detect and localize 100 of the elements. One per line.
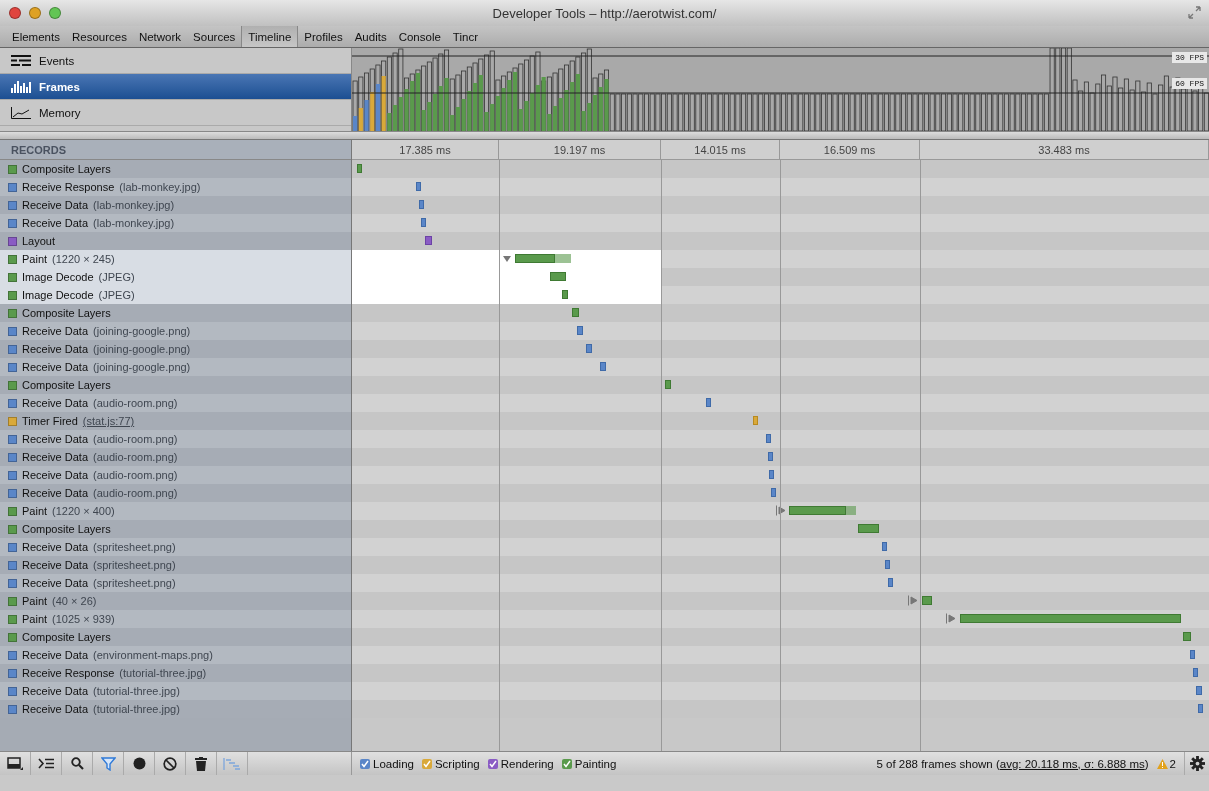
tab[interactable]: Console (392, 26, 447, 47)
record-name: Receive Response (22, 181, 115, 193)
fullscreen-icon[interactable] (1188, 6, 1201, 19)
minimize-button[interactable] (29, 7, 41, 19)
record-name: Image Decode (22, 271, 94, 283)
sidebar-item[interactable]: Memory (0, 100, 351, 126)
record-name: Receive Data (22, 649, 89, 661)
record-row[interactable]: Receive Data (lab-monkey.jpg) (0, 214, 351, 232)
collapsed-triangle-icon[interactable] (908, 595, 918, 606)
frame-duration-header: 14.015 ms (661, 140, 780, 159)
category-square-icon (8, 668, 17, 678)
category-square-icon (8, 506, 17, 516)
category-square-icon (8, 632, 17, 642)
record-detail: (joining-google.png) (93, 325, 191, 337)
warning-count: 2 (1169, 757, 1176, 770)
record-row[interactable]: Receive Data (environment-maps.png) (0, 646, 351, 664)
bar-graph-icon (11, 80, 31, 93)
record-row[interactable]: Paint (1025 × 939) (0, 610, 351, 628)
record-name: Receive Data (22, 469, 89, 481)
fps-label: 30 FPS (1172, 52, 1207, 63)
category-checkbox[interactable] (487, 758, 498, 769)
category-square-icon (8, 596, 17, 606)
collapsed-triangle-icon[interactable] (776, 505, 786, 516)
record-name: Receive Data (22, 685, 89, 697)
record-detail: (lab-monkey.jpg) (119, 181, 201, 193)
frame-duration-header: 33.483 ms (920, 140, 1209, 159)
warning-icon[interactable] (1156, 758, 1168, 769)
category-square-icon (8, 398, 17, 408)
source-link[interactable]: (stat.js:77) (82, 415, 135, 427)
record-name: Receive Data (22, 703, 89, 715)
resize-handle[interactable] (0, 131, 1209, 140)
category-square-icon (8, 236, 17, 246)
average-link[interactable]: avg: 20.118 ms, σ: 6.888 ms (999, 757, 1145, 770)
category-square-icon (8, 218, 17, 228)
tab[interactable]: Audits (348, 26, 393, 47)
category-square-icon (8, 272, 17, 282)
record-name: Receive Data (22, 325, 89, 337)
record-name: Receive Data (22, 559, 89, 571)
category-square-icon (8, 200, 17, 210)
frames-status-text: 5 of 288 frames shown (avg: 20.118 ms, σ: 6.888 ms) (876, 757, 1149, 770)
record-bar (562, 290, 568, 299)
record-bar (1193, 668, 1198, 677)
category-checkbox[interactable] (421, 758, 432, 769)
frame-duration-header: 17.385 ms (352, 140, 499, 159)
category-checkbox[interactable] (360, 758, 370, 769)
record-name: Paint (22, 595, 48, 607)
category-square-icon (8, 614, 17, 624)
record-row[interactable]: Receive Data (joining-google.png) (0, 322, 351, 340)
record-detail: (environment-maps.png) (93, 649, 213, 661)
record-detail: (audio-room.png) (93, 487, 178, 499)
record-bar (586, 344, 592, 353)
record-row[interactable]: Receive Response (lab-monkey.jpg) (0, 178, 351, 196)
record-row[interactable]: Paint (1220 × 400) (0, 502, 351, 520)
category-checkbox[interactable] (561, 758, 572, 769)
tab[interactable]: Network (132, 26, 188, 47)
record-detail: (1220 × 400) (52, 505, 115, 517)
record-detail: (JPEG) (98, 271, 135, 283)
zoom-button[interactable] (49, 7, 61, 19)
record-row[interactable]: Receive Data (audio-room.png) (0, 430, 351, 448)
record-name: Receive Data (22, 433, 89, 445)
record-bar (1183, 632, 1191, 641)
fps-label: 60 FPS (1172, 78, 1207, 89)
record-name: Composite Layers (22, 631, 111, 643)
line-graph-icon (11, 106, 31, 119)
record-bar (771, 488, 776, 497)
record-row[interactable]: Receive Data (tutorial-three.jpg) (0, 682, 351, 700)
frame-duration-header: 16.509 ms (780, 140, 920, 159)
record-bar (1190, 650, 1195, 659)
tab[interactable]: Sources (187, 26, 242, 47)
record-bar (885, 560, 890, 569)
sidebar-item[interactable]: Frames (0, 74, 351, 100)
record-row[interactable]: Receive Data (audio-room.png) (0, 394, 351, 412)
record-name: Composite Layers (22, 307, 111, 319)
record-bar (858, 524, 879, 533)
record-name: Layout (22, 235, 56, 247)
record-row[interactable]: Paint (1220 × 245) (0, 250, 351, 268)
collapsed-triangle-icon[interactable] (946, 613, 956, 624)
close-button[interactable] (9, 7, 21, 19)
tab[interactable]: Profiles (298, 26, 349, 47)
tab[interactable]: Resources (65, 26, 133, 47)
tab[interactable]: Tincr (446, 26, 484, 47)
expanded-triangle-icon[interactable] (502, 253, 512, 264)
settings-icon[interactable] (1189, 756, 1205, 771)
record-row[interactable]: Receive Data (spritesheet.png) (0, 538, 351, 556)
category-square-icon (8, 434, 17, 444)
tab[interactable]: Elements (6, 26, 66, 47)
record-detail: (tutorial-three.jpg) (93, 685, 180, 697)
record-row[interactable]: Receive Data (spritesheet.png) (0, 574, 351, 592)
frame-bar-series[interactable] (352, 48, 1209, 131)
record-row[interactable]: Image Decode (JPEG) (0, 286, 351, 304)
record-bar (419, 200, 424, 209)
checkbox-label: Rendering (500, 757, 554, 770)
record-name: Paint (22, 253, 48, 265)
record-bar (753, 416, 758, 425)
record-bar (515, 254, 555, 263)
record-bar (572, 308, 579, 317)
record-row[interactable]: Receive Data (audio-room.png) (0, 466, 351, 484)
record-row[interactable]: Receive Data (joining-google.png) (0, 358, 351, 376)
record-row[interactable]: Image Decode (JPEG) (0, 268, 351, 286)
tab[interactable]: Timeline (241, 26, 299, 47)
